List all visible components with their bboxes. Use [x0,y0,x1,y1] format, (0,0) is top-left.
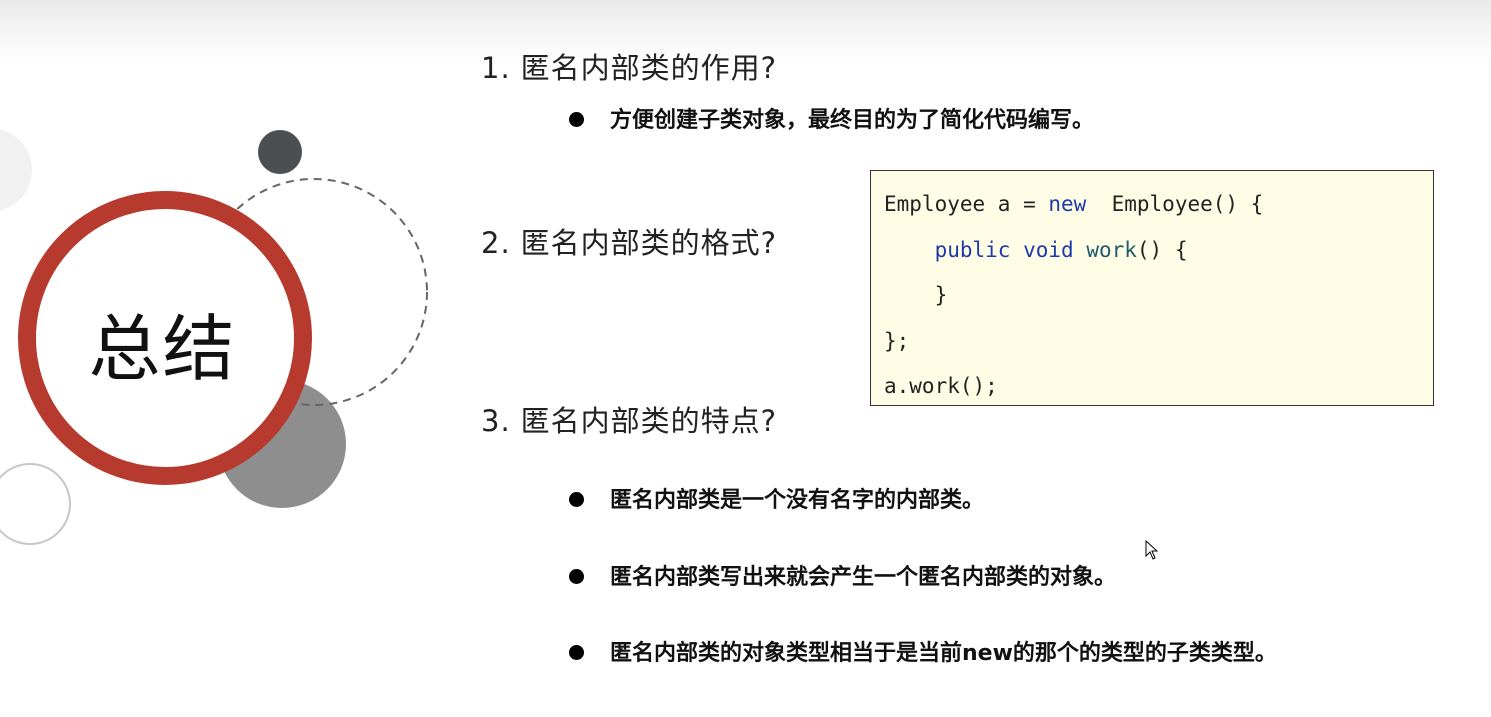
outline-circle [0,463,71,545]
code-line-2: public void work() { [884,235,1433,281]
question-3-number: 3. [481,404,511,438]
code-box: Employee a = new Employee() { public voi… [870,170,1434,406]
bullet-dot-icon [569,568,584,584]
question-2-text: 匿名内部类的格式? [520,226,778,260]
mouse-cursor-icon [1145,540,1159,560]
question-2: 2. 匿名内部类的格式? [481,220,777,262]
bullet-dot-icon [569,644,584,660]
code-text: Employee a = [884,192,1049,216]
code-text: Employee() { [1086,192,1264,216]
code-keyword-new: new [1048,192,1087,216]
code-keyword-void: void [1023,237,1074,262]
code-keyword-public: public [934,237,1011,262]
faint-circle [0,129,32,211]
dark-circle [258,130,302,174]
code-line-4: }; [884,328,910,353]
code-line-3: } [884,283,948,307]
bullet-dot-icon [569,111,584,127]
question-2-number: 2. [481,226,511,260]
code-method-name: work [1086,237,1137,262]
slide-title: 总结 [88,307,237,391]
code-line-1: Employee a = new Employee() { [884,189,1433,235]
question-3-text: 匿名内部类的特点? [520,404,778,438]
q3-bullet-1: 匿名内部类是一个没有名字的内部类。 [569,482,984,514]
q3-bullet-1-text: 匿名内部类是一个没有名字的内部类。 [610,488,985,513]
q3-bullet-3-text: 匿名内部类的对象类型相当于是当前new的那个的类型的子类类型。 [610,641,1277,666]
q1-bullet-1-text: 方便创建子类对象，最终目的为了简化代码编写。 [610,108,1095,133]
question-1-text: 匿名内部类的作用? [520,51,778,85]
code-text: () { [1136,237,1188,262]
code-line-5: a.work(); [884,374,998,398]
q3-bullet-3: 匿名内部类的对象类型相当于是当前new的那个的类型的子类类型。 [569,635,1277,667]
question-3: 3. 匿名内部类的特点? [481,398,777,440]
question-1-number: 1. [481,51,511,85]
q1-bullet-1: 方便创建子类对象，最终目的为了简化代码编写。 [569,102,1094,134]
q3-bullet-2: 匿名内部类写出来就会产生一个匿名内部类的对象。 [569,559,1116,591]
bullet-dot-icon [569,491,584,507]
question-1: 1. 匿名内部类的作用? [481,45,777,87]
q3-bullet-2-text: 匿名内部类写出来就会产生一个匿名内部类的对象。 [610,565,1117,590]
